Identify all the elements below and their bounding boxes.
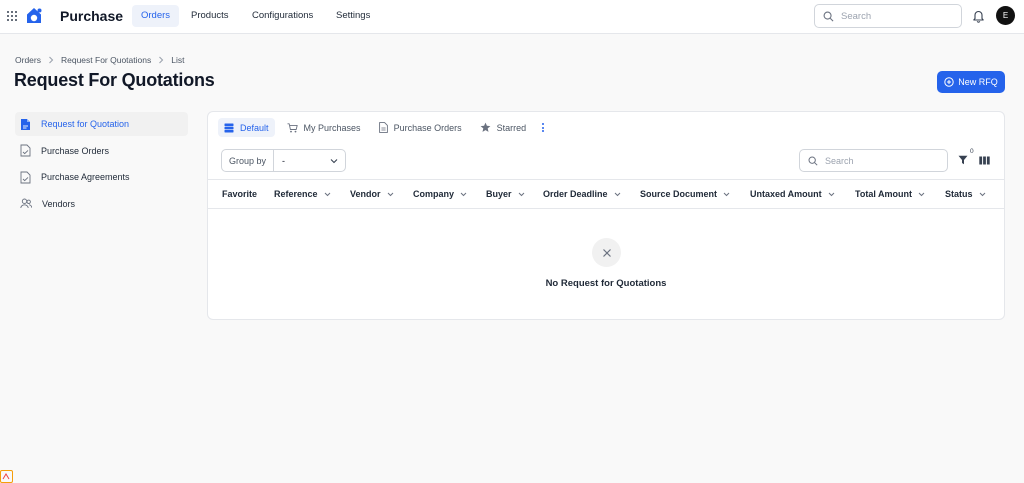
tab-label: Default — [240, 122, 269, 133]
tab-label: Purchase Orders — [393, 122, 462, 133]
breadcrumb-list: List — [171, 55, 185, 65]
star-icon — [480, 122, 497, 133]
column-header-favorite[interactable]: Favorite — [222, 180, 257, 208]
list-search-input[interactable] — [825, 155, 935, 166]
column-header-buyer[interactable]: Buyer — [486, 180, 525, 208]
column-header-reference[interactable]: Reference — [274, 180, 331, 208]
tab-default[interactable]: Default — [218, 118, 275, 137]
bell-icon[interactable] — [972, 9, 985, 23]
sidebar-item-label: Purchase Orders — [41, 145, 110, 156]
sidebar-item-label: Request for Quotation — [41, 119, 130, 129]
page-title: Request For Quotations — [14, 70, 215, 90]
sidebar-item-label: Purchase Agreements — [41, 172, 130, 182]
filter-icon[interactable] — [958, 155, 968, 165]
stack-icon — [224, 123, 240, 133]
close-icon — [592, 238, 621, 267]
tab-label: Starred — [496, 122, 527, 133]
chevron-down-icon — [973, 192, 986, 197]
document-icon — [378, 122, 394, 133]
chevron-down-icon — [717, 192, 730, 197]
top-bar: Purchase Orders Products Configurations … — [0, 0, 1024, 34]
app-title: Purchase — [60, 8, 124, 24]
column-label: Reference — [274, 189, 318, 199]
column-header-order-deadline[interactable]: Order Deadline — [543, 180, 621, 208]
app-logo-icon[interactable] — [25, 7, 43, 25]
column-label: Buyer — [486, 189, 512, 199]
column-label: Untaxed Amount — [750, 189, 822, 199]
chevron-down-icon — [608, 192, 621, 197]
new-rfq-label: New RFQ — [958, 77, 998, 87]
document-icon — [20, 118, 41, 131]
sidebar-item-purchase-orders[interactable]: Purchase Orders — [15, 139, 188, 163]
column-label: Company — [413, 189, 455, 199]
nav-tab-configurations[interactable]: Configurations — [243, 5, 322, 27]
column-header-source-document[interactable]: Source Document — [640, 180, 730, 208]
empty-state-message: No Request for Quotations — [545, 278, 667, 289]
tab-label: My Purchases — [303, 122, 361, 133]
more-vertical-icon[interactable] — [542, 122, 545, 134]
group-by-label: Group by — [222, 150, 275, 171]
plus-circle-icon — [944, 77, 958, 87]
apps-grid-icon[interactable] — [7, 11, 17, 21]
chevron-down-icon — [512, 192, 525, 197]
chevron-down-icon — [318, 192, 331, 197]
global-search[interactable] — [814, 4, 962, 28]
column-header-total-amount[interactable]: Total Amount — [855, 180, 925, 208]
filter-count-badge: 0 — [970, 148, 974, 155]
search-icon — [808, 156, 818, 166]
column-header-vendor[interactable]: Vendor — [350, 180, 394, 208]
document-check-icon — [20, 144, 41, 157]
column-label: Status — [945, 189, 973, 199]
column-label: Total Amount — [855, 189, 912, 199]
sidebar: Request for Quotation Purchase Orders Pu… — [15, 112, 188, 218]
group-by-value: - — [282, 155, 286, 166]
column-label: Order Deadline — [543, 189, 608, 199]
user-avatar[interactable]: E — [996, 6, 1015, 25]
list-card: Default My Purchases Purchase Orders Sta… — [207, 111, 1005, 320]
breadcrumb-orders[interactable]: Orders — [15, 55, 41, 65]
column-label: Vendor — [350, 189, 381, 199]
chevron-down-icon — [912, 192, 925, 197]
tab-my-purchases[interactable]: My Purchases — [281, 118, 367, 137]
columns-icon[interactable] — [979, 156, 990, 165]
new-rfq-button[interactable]: New RFQ — [937, 71, 1005, 93]
group-by-select[interactable]: Group by - — [221, 149, 346, 172]
tab-starred[interactable]: Starred — [474, 118, 533, 137]
tab-purchase-orders[interactable]: Purchase Orders — [373, 118, 468, 137]
document-check-icon — [20, 171, 41, 184]
column-header-company[interactable]: Company — [413, 180, 467, 208]
users-icon — [20, 198, 42, 209]
chevron-down-icon — [822, 192, 835, 197]
debug-badge-icon[interactable] — [0, 470, 13, 483]
column-label: Source Document — [640, 189, 718, 199]
sidebar-item-request-for-quotation[interactable]: Request for Quotation — [15, 112, 188, 136]
sidebar-item-vendors[interactable]: Vendors — [15, 192, 188, 216]
chevron-down-icon — [330, 158, 345, 164]
chevron-down-icon — [454, 192, 467, 197]
global-search-input[interactable] — [841, 10, 951, 22]
breadcrumb: Orders Request For Quotations List — [15, 55, 184, 65]
sidebar-item-purchase-agreements[interactable]: Purchase Agreements — [15, 165, 188, 189]
view-tabs: Default My Purchases Purchase Orders Sta… — [218, 118, 545, 137]
nav-tab-orders[interactable]: Orders — [132, 5, 180, 27]
chevron-down-icon — [381, 192, 394, 197]
breadcrumb-rfq[interactable]: Request For Quotations — [61, 55, 151, 65]
column-label: Favorite — [222, 189, 258, 199]
cart-icon — [287, 122, 304, 133]
chevron-right-icon — [158, 56, 164, 64]
search-icon — [823, 11, 834, 22]
column-header-status[interactable]: Status — [945, 180, 986, 208]
nav-tab-settings[interactable]: Settings — [327, 5, 379, 27]
column-header-untaxed-amount[interactable]: Untaxed Amount — [750, 180, 835, 208]
list-search[interactable] — [799, 149, 948, 172]
chevron-right-icon — [48, 56, 54, 64]
table-header: Favorite Reference Vendor Company Buyer … — [208, 179, 1004, 209]
nav-tab-products[interactable]: Products — [182, 5, 238, 27]
sidebar-item-label: Vendors — [42, 198, 76, 209]
